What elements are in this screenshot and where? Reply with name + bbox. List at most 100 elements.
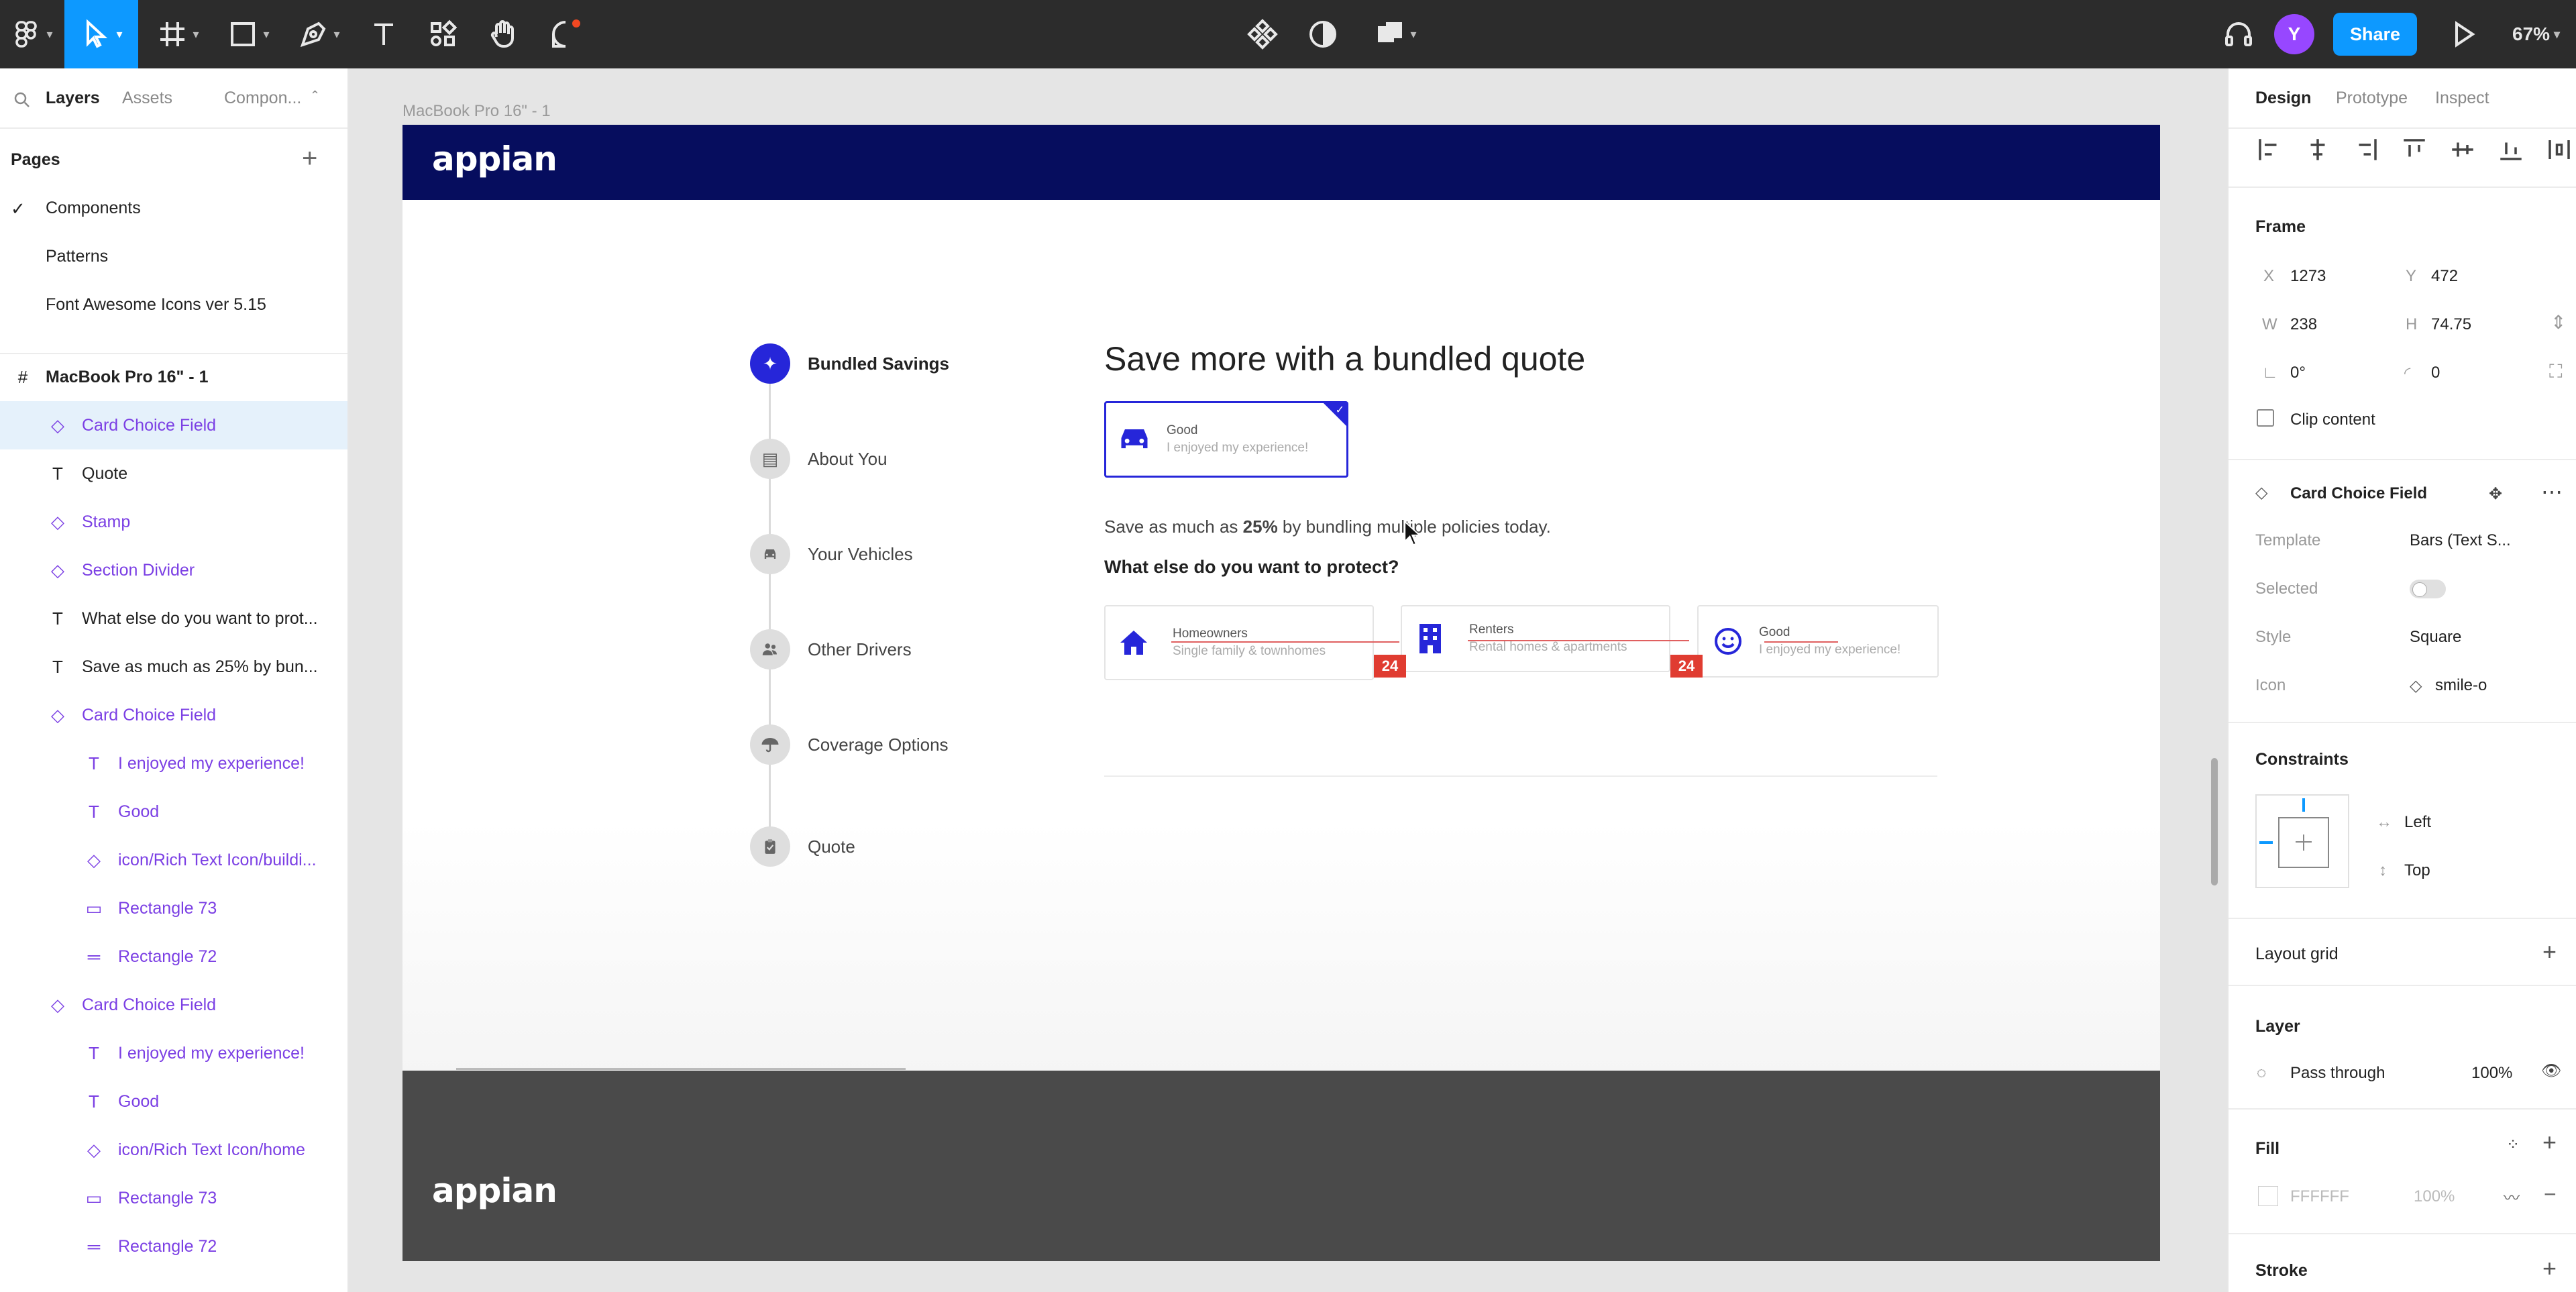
design-frame[interactable]: appian ✦ Bundled Savings ▤ About You You…	[402, 125, 2160, 1261]
move-tool-button[interactable]: ▾	[64, 0, 138, 68]
style-dropdown[interactable]: Square	[2410, 628, 2461, 647]
tab-assets[interactable]: Assets	[122, 89, 172, 108]
layer-row[interactable]: T I enjoyed my experience!	[0, 739, 347, 788]
rotation-field[interactable]: 0°	[2290, 364, 2306, 382]
text-tool-button[interactable]	[362, 0, 405, 68]
step-bundled-savings[interactable]: ✦ Bundled Savings	[750, 343, 949, 384]
card-choice-renters[interactable]: Renters Rental homes & apartments	[1401, 605, 1670, 672]
more-options-icon[interactable]: ⋯	[2541, 479, 2563, 504]
card-choice-homeowners[interactable]: Homeowners Single family & townhomes	[1104, 605, 1374, 680]
add-layout-grid-icon[interactable]: +	[2542, 938, 2557, 966]
hand-tool-button[interactable]	[482, 0, 525, 68]
constraint-left-marker[interactable]	[2259, 841, 2273, 844]
resources-tool-button[interactable]	[421, 0, 464, 68]
page-item-font-awesome[interactable]: Font Awesome Icons ver 5.15	[46, 295, 266, 315]
vertical-constraint-dropdown[interactable]: Top	[2404, 861, 2430, 880]
layer-row[interactable]: ═ Rectangle 72	[0, 932, 347, 981]
frame-tool-button[interactable]: ▾	[148, 0, 208, 68]
instance-icon[interactable]: ✥	[2489, 484, 2502, 504]
main-menu-button[interactable]: ▾	[3, 0, 60, 68]
layer-opacity-field[interactable]: 100%	[2471, 1064, 2512, 1083]
tab-design[interactable]: Design	[2255, 89, 2311, 108]
hide-fill-icon[interactable]: 〰	[2504, 1185, 2520, 1208]
chevron-up-icon[interactable]: ⌃	[310, 89, 320, 103]
layer-row[interactable]: ▭ Rectangle 73	[0, 884, 347, 932]
layer-row[interactable]: ◇ icon/Rich Text Icon/home	[0, 1126, 347, 1174]
selected-card-choice[interactable]: ✓ Good I enjoyed my experience!	[1104, 401, 1348, 478]
mask-tool-button[interactable]	[1301, 0, 1344, 68]
page-item-components[interactable]: Components	[46, 199, 141, 218]
align-top-icon[interactable]	[2400, 136, 2428, 164]
layer-row[interactable]: ═ Rectangle 72	[0, 1222, 347, 1271]
layer-row[interactable]: ◇ icon/Rich Text Icon/buildi...	[0, 836, 347, 884]
page-item-patterns[interactable]: Patterns	[46, 247, 108, 266]
styles-grid-icon[interactable]: ⁘	[2506, 1135, 2520, 1154]
zoom-control[interactable]: 67% ▾	[2512, 0, 2560, 68]
tab-components[interactable]: Compon...	[224, 89, 301, 108]
canvas-scrollbar[interactable]	[2211, 758, 2218, 885]
add-page-icon[interactable]: +	[302, 144, 317, 174]
tab-layers[interactable]: Layers	[46, 89, 100, 108]
layer-row[interactable]: T Good	[0, 1077, 347, 1126]
align-left-icon[interactable]	[2255, 136, 2284, 164]
layer-row[interactable]: ◇ Card Choice Field	[0, 691, 347, 739]
fill-hex-field[interactable]: FFFFFF	[2290, 1187, 2349, 1206]
layer-row[interactable]: T Quote	[0, 449, 347, 498]
layer-row[interactable]: T I enjoyed my experience!	[0, 1029, 347, 1077]
step-your-vehicles[interactable]: Your Vehicles	[750, 534, 913, 574]
eye-icon[interactable]: 👁	[2541, 1061, 2561, 1081]
constraint-top-marker[interactable]	[2302, 798, 2305, 812]
layer-row[interactable]: ◇ Section Divider	[0, 546, 347, 594]
pen-tool-button[interactable]: ▾	[288, 0, 349, 68]
y-field[interactable]: 472	[2431, 267, 2458, 286]
audio-button[interactable]	[2217, 0, 2260, 68]
layer-row[interactable]: T Save as much as 25% by bun...	[0, 643, 347, 691]
icon-dropdown[interactable]: smile-o	[2435, 676, 2487, 695]
layer-row[interactable]: # MacBook Pro 16" - 1	[0, 353, 347, 401]
search-icon[interactable]	[12, 90, 32, 110]
step-coverage-options[interactable]: Coverage Options	[750, 724, 949, 765]
share-button[interactable]: Share	[2333, 13, 2417, 56]
remove-fill-icon[interactable]: −	[2544, 1182, 2557, 1207]
horizontal-constraint-dropdown[interactable]: Left	[2404, 813, 2431, 832]
frame-name-label[interactable]: MacBook Pro 16" - 1	[402, 102, 551, 121]
x-field[interactable]: 1273	[2290, 267, 2326, 286]
layer-row[interactable]: ◇ Stamp	[0, 498, 347, 546]
height-field[interactable]: 74.75	[2431, 315, 2471, 334]
step-about-you[interactable]: ▤ About You	[750, 439, 888, 479]
component-tool-button[interactable]	[1241, 0, 1284, 68]
boolean-tool-button[interactable]: ▾	[1362, 0, 1429, 68]
selected-toggle[interactable]	[2410, 580, 2446, 598]
frame-section-title[interactable]: Frame	[2255, 217, 2306, 237]
layer-row[interactable]: T Good	[0, 788, 347, 836]
fill-opacity-field[interactable]: 100%	[2414, 1187, 2455, 1206]
tab-inspect[interactable]: Inspect	[2435, 89, 2489, 108]
align-center-h-icon[interactable]	[2304, 136, 2332, 164]
present-button[interactable]	[2442, 0, 2485, 68]
step-other-drivers[interactable]: Other Drivers	[750, 629, 912, 669]
clip-content-checkbox[interactable]	[2257, 409, 2274, 427]
corner-radius-field[interactable]: 0	[2431, 364, 2440, 382]
template-dropdown[interactable]: Bars (Text S...	[2410, 531, 2511, 550]
shape-tool-button[interactable]: ▾	[218, 0, 278, 68]
distribute-icon[interactable]	[2545, 136, 2573, 164]
layer-row[interactable]: ◇ Card Choice Field	[0, 401, 347, 449]
layer-row[interactable]: ◇ Card Choice Field	[0, 981, 347, 1029]
component-name[interactable]: Card Choice Field	[2290, 484, 2427, 503]
width-field[interactable]: 238	[2290, 315, 2317, 334]
align-right-icon[interactable]	[2352, 136, 2380, 164]
tab-prototype[interactable]: Prototype	[2336, 89, 2408, 108]
layer-row[interactable]: T What else do you want to prot...	[0, 594, 347, 643]
align-center-v-icon[interactable]	[2449, 136, 2477, 164]
step-quote[interactable]: Quote	[750, 826, 855, 867]
constraints-widget[interactable]	[2255, 794, 2349, 888]
user-avatar[interactable]: Y	[2274, 14, 2314, 54]
comment-tool-button[interactable]	[542, 0, 589, 68]
independent-corners-icon[interactable]: ⛶	[2549, 361, 2563, 383]
add-fill-icon[interactable]: +	[2542, 1128, 2557, 1156]
add-stroke-icon[interactable]: +	[2542, 1254, 2557, 1283]
layer-row[interactable]: ▭ Rectangle 73	[0, 1174, 347, 1222]
align-bottom-icon[interactable]	[2497, 136, 2525, 164]
fill-color-swatch[interactable]	[2258, 1186, 2278, 1206]
constrain-proportions-icon[interactable]: ⇕	[2551, 311, 2566, 333]
